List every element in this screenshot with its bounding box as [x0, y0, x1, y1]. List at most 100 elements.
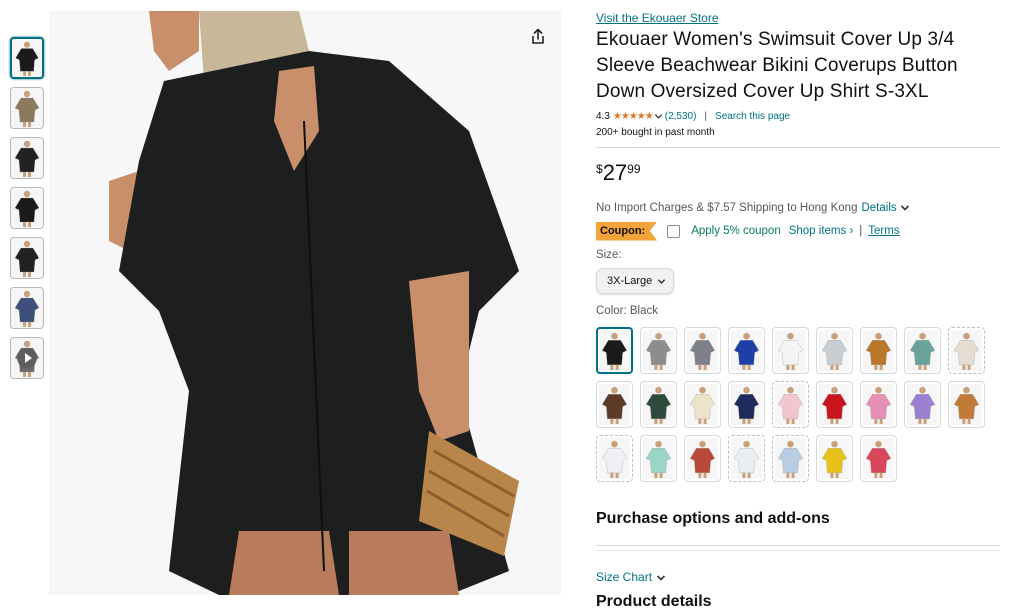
- color-swatch[interactable]: [904, 327, 941, 374]
- bought-in-past-month: 200+ bought in past month: [596, 127, 715, 138]
- main-product-image[interactable]: [49, 11, 561, 595]
- purchase-options-heading: Purchase options and add-ons: [596, 510, 830, 527]
- share-button[interactable]: [525, 23, 551, 49]
- star-rating-icon[interactable]: ★★★★★: [613, 111, 654, 122]
- thumb-front[interactable]: [10, 37, 44, 79]
- color-swatch[interactable]: [640, 381, 677, 428]
- color-swatch[interactable]: [772, 435, 809, 482]
- swatch-image: [775, 330, 806, 371]
- search-this-page-link[interactable]: Search this page: [715, 111, 790, 122]
- color-swatch[interactable]: [596, 435, 633, 482]
- swatch-image: [819, 330, 850, 371]
- color-swatch[interactable]: [860, 435, 897, 482]
- swatch-image: [599, 438, 630, 479]
- swatch-image: [731, 438, 762, 479]
- color-swatch[interactable]: [728, 435, 765, 482]
- shipping-info: No Import Charges & $7.57 Shipping to Ho…: [596, 201, 1000, 215]
- swatch-image: [863, 330, 894, 371]
- divider: [596, 550, 1000, 551]
- color-swatch[interactable]: [772, 327, 809, 374]
- chevron-down-icon: [658, 278, 666, 284]
- thumb-detail[interactable]: [10, 287, 44, 329]
- swatch-image: [643, 438, 674, 479]
- play-icon: [17, 348, 37, 368]
- swatch-image: [907, 384, 938, 425]
- thumb-beach-collage[interactable]: [10, 87, 44, 129]
- swatch-image: [951, 384, 982, 425]
- rating-value: 4.3: [596, 110, 610, 122]
- swatch-image: [819, 438, 850, 479]
- color-swatch[interactable]: [948, 381, 985, 428]
- price-symbol: $: [596, 162, 603, 176]
- thumbnail-image: [12, 88, 42, 128]
- thumb-model[interactable]: [10, 237, 44, 279]
- price-whole: 27: [602, 160, 628, 185]
- thumbnail-image: [12, 238, 42, 278]
- size-selected-value: 3X-Large: [607, 275, 653, 287]
- swatch-image: [643, 330, 674, 371]
- chevron-down-icon[interactable]: [900, 203, 910, 213]
- color-swatch[interactable]: [816, 381, 853, 428]
- product-title: Ekouaer Women's Swimsuit Cover Up 3/4 Sl…: [596, 29, 958, 102]
- ratings-count-link[interactable]: (2,530): [665, 111, 697, 122]
- color-swatch[interactable]: [640, 435, 677, 482]
- thumb-video[interactable]: [10, 337, 44, 379]
- separator: |: [859, 225, 863, 237]
- thumb-back[interactable]: [10, 187, 44, 229]
- color-swatch[interactable]: [684, 435, 721, 482]
- shop-items-link[interactable]: Shop items ›: [789, 225, 854, 237]
- swatch-image: [907, 330, 938, 371]
- shipping-text: No Import Charges & $7.57 Shipping to Ho…: [596, 202, 858, 214]
- coupon-row: Coupon: Apply 5% coupon Shop items › | T…: [596, 221, 1000, 241]
- product-details-heading: Product details: [596, 593, 712, 610]
- swatch-image: [863, 438, 894, 479]
- store-link[interactable]: Visit the Ekouaer Store: [596, 11, 1000, 26]
- swatch-image: [731, 384, 762, 425]
- color-swatch[interactable]: [684, 327, 721, 374]
- swatch-image: [863, 384, 894, 425]
- color-swatch-grid: [596, 327, 1000, 482]
- color-swatch[interactable]: [728, 381, 765, 428]
- coupon-checkbox[interactable]: [667, 224, 681, 238]
- color-swatch[interactable]: [860, 381, 897, 428]
- color-swatch[interactable]: [728, 327, 765, 374]
- color-swatch[interactable]: [816, 435, 853, 482]
- swatch-image: [599, 330, 630, 371]
- size-chart-label: Size Chart: [596, 570, 653, 584]
- color-swatch[interactable]: [640, 327, 677, 374]
- color-label: Color: Black: [596, 305, 658, 317]
- thumbnail-image: [12, 188, 42, 228]
- shipping-details-link[interactable]: Details: [861, 201, 896, 215]
- swatch-image: [775, 438, 806, 479]
- swatch-image: [599, 384, 630, 425]
- color-swatch[interactable]: [596, 327, 633, 374]
- apply-coupon-label[interactable]: Apply 5% coupon: [691, 225, 781, 237]
- price: $ 27 99: [596, 160, 1000, 190]
- coupon-badge: Coupon:: [596, 221, 658, 241]
- color-swatch[interactable]: [684, 381, 721, 428]
- separator: |: [704, 110, 708, 122]
- swatch-image: [951, 330, 982, 371]
- thumbnail-list: [10, 37, 44, 387]
- price-fraction: 99: [627, 162, 641, 176]
- swatch-image: [687, 438, 718, 479]
- swatch-image: [643, 384, 674, 425]
- chevron-down-icon[interactable]: [654, 112, 663, 121]
- thumbnail-image: [12, 288, 42, 328]
- chevron-down-icon: [656, 574, 666, 581]
- color-swatch[interactable]: [860, 327, 897, 374]
- color-swatch[interactable]: [904, 381, 941, 428]
- color-swatch[interactable]: [948, 327, 985, 374]
- rating-row: 4.3 ★★★★★ (2,530) | Search this page: [596, 109, 1000, 123]
- color-swatch[interactable]: [816, 327, 853, 374]
- product-info-panel: Visit the Ekouaer Store Ekouaer Women's …: [596, 11, 1000, 610]
- swatch-image: [687, 330, 718, 371]
- terms-link[interactable]: Terms: [868, 225, 899, 237]
- color-swatch[interactable]: [596, 381, 633, 428]
- size-dropdown[interactable]: 3X-Large: [596, 268, 674, 294]
- size-chart-link[interactable]: Size Chart: [596, 570, 1000, 585]
- thumbnail-image: [12, 138, 42, 178]
- thumb-side[interactable]: [10, 137, 44, 179]
- swatch-image: [687, 384, 718, 425]
- color-swatch[interactable]: [772, 381, 809, 428]
